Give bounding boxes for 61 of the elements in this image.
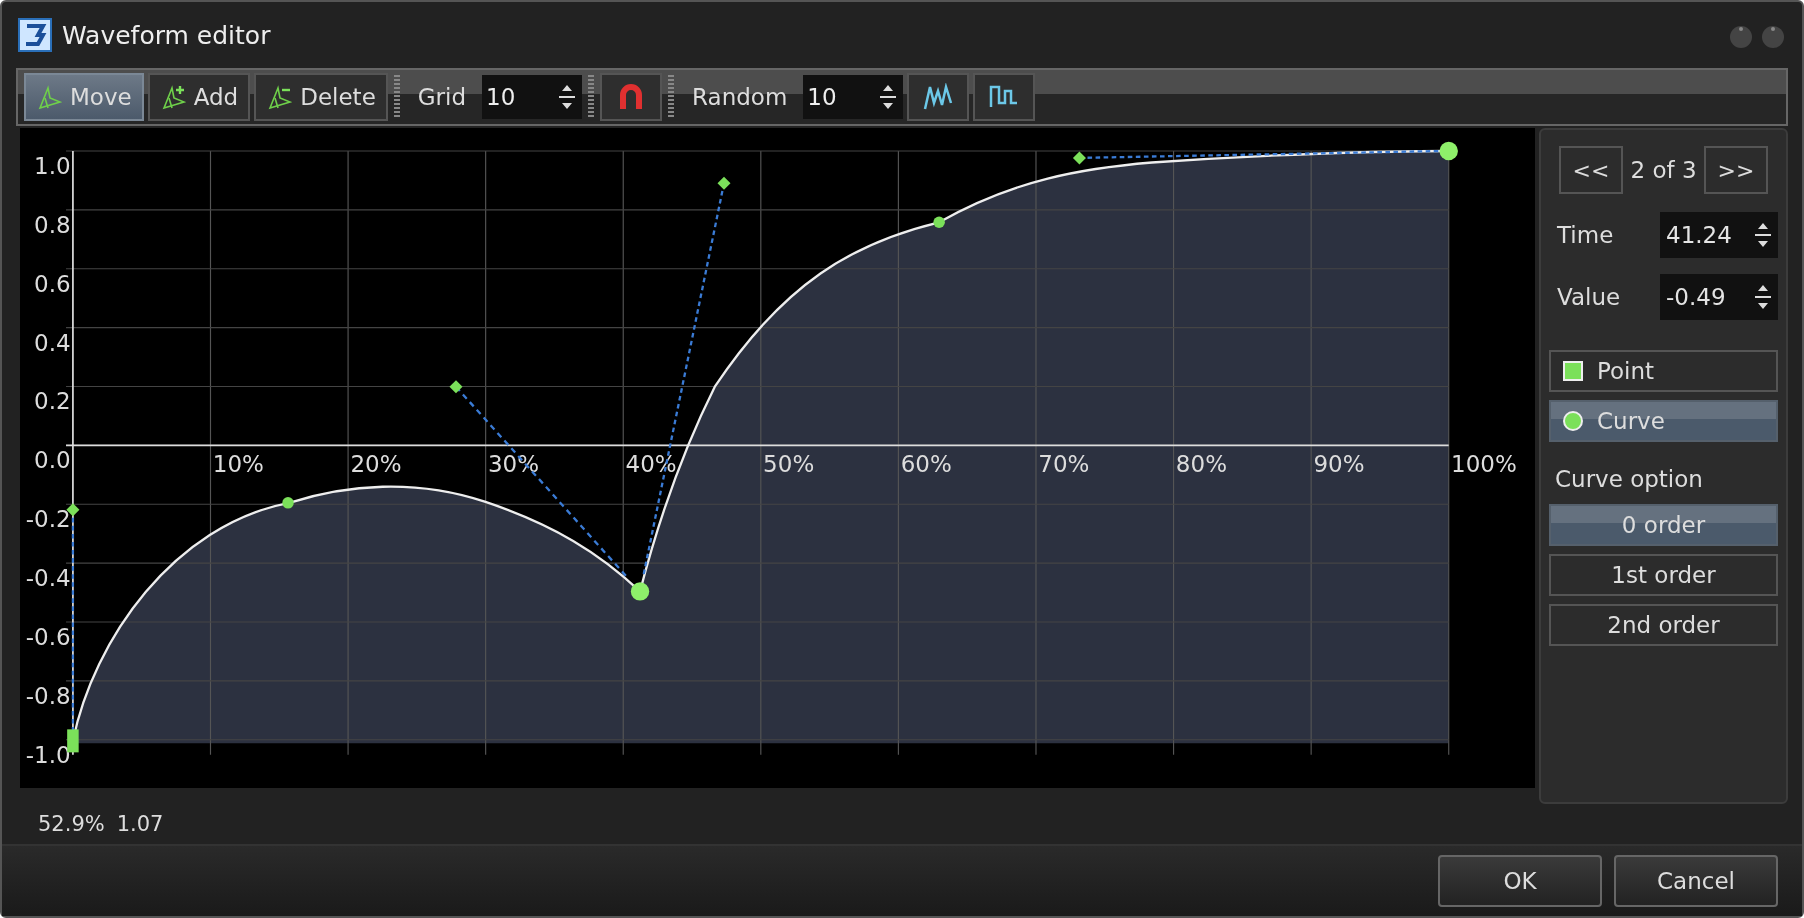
circle-icon bbox=[1563, 411, 1583, 431]
random-spin-field[interactable]: 10 bbox=[803, 75, 904, 119]
start-point[interactable] bbox=[67, 729, 79, 753]
curve-point[interactable] bbox=[933, 216, 945, 229]
spin-field[interactable]: 41.24 bbox=[1660, 212, 1778, 258]
y-axis-label: -1.0 bbox=[25, 741, 71, 768]
window-title: Waveform editor bbox=[62, 20, 271, 50]
x-axis-label: 10% bbox=[212, 450, 264, 477]
point-type-option[interactable]: Point bbox=[1549, 350, 1778, 392]
x-axis-label: 50% bbox=[763, 450, 815, 477]
dialog-button[interactable]: Cancel bbox=[1614, 855, 1778, 907]
y-axis-label: -0.4 bbox=[25, 565, 71, 592]
square-wave-button[interactable] bbox=[973, 73, 1036, 121]
curve-order-option[interactable]: 2nd order bbox=[1549, 604, 1778, 646]
cursor-icon bbox=[36, 84, 62, 110]
dialog-button[interactable]: OK bbox=[1438, 855, 1602, 907]
cursor-icon bbox=[266, 84, 293, 110]
grid-spin-field[interactable]: 10 bbox=[482, 75, 583, 119]
square-icon bbox=[1563, 361, 1583, 381]
x-axis-label: 40% bbox=[625, 450, 677, 477]
x-axis-label: 60% bbox=[900, 450, 952, 477]
add-tool-button[interactable]: Add bbox=[147, 73, 251, 121]
y-axis-label: 0.6 bbox=[34, 270, 71, 297]
spin-field[interactable]: -0.49 bbox=[1660, 274, 1778, 320]
grid-label: Grid bbox=[416, 84, 468, 110]
y-axis-label: -0.2 bbox=[25, 506, 71, 533]
random-label: Random bbox=[691, 84, 789, 110]
curve-point[interactable] bbox=[282, 497, 294, 509]
point-position-text: 2 of 3 bbox=[1630, 157, 1697, 183]
move-tool-button[interactable]: Move bbox=[24, 73, 144, 121]
x-axis-label: 90% bbox=[1313, 450, 1365, 477]
field-label: Value bbox=[1557, 284, 1621, 310]
curve-order-option[interactable]: 0 order bbox=[1549, 504, 1778, 546]
y-axis-label: 0.2 bbox=[34, 388, 71, 415]
y-axis-label: 0.8 bbox=[34, 211, 71, 238]
cursor-position-text: 52.9% bbox=[38, 812, 105, 836]
curve-order-option[interactable]: 1st order bbox=[1549, 554, 1778, 596]
random-wave-button[interactable] bbox=[907, 73, 970, 121]
field-label: Time bbox=[1557, 222, 1614, 248]
curve-point[interactable] bbox=[630, 582, 650, 601]
x-axis-label: 30% bbox=[487, 450, 540, 477]
x-axis-label: 80% bbox=[1175, 450, 1227, 477]
y-axis-label: 1.0 bbox=[34, 153, 71, 179]
cursor-value-text: 1.07 bbox=[116, 812, 164, 836]
x-axis-label: 20% bbox=[350, 450, 402, 477]
magnet-icon bbox=[618, 83, 645, 111]
x-axis-label: 70% bbox=[1038, 450, 1090, 477]
next-point-button[interactable]: >> bbox=[1704, 146, 1768, 194]
magnet-snap-button[interactable] bbox=[600, 73, 663, 121]
app-logo-icon bbox=[18, 18, 52, 52]
y-axis-label: -0.6 bbox=[25, 623, 71, 650]
curve-point[interactable] bbox=[1439, 141, 1458, 161]
noise-wave-icon bbox=[923, 83, 954, 111]
x-axis-label: 100% bbox=[1451, 450, 1517, 477]
curve-option-label: Curve option bbox=[1554, 465, 1704, 494]
previous-point-button[interactable]: << bbox=[1559, 146, 1623, 194]
y-axis-label: 0.4 bbox=[34, 329, 71, 356]
delete-tool-button[interactable]: Delete bbox=[254, 73, 388, 121]
y-axis-label: -0.8 bbox=[25, 682, 71, 709]
point-type-option[interactable]: Curve bbox=[1549, 400, 1778, 442]
y-axis-label: 0.0 bbox=[34, 447, 71, 474]
